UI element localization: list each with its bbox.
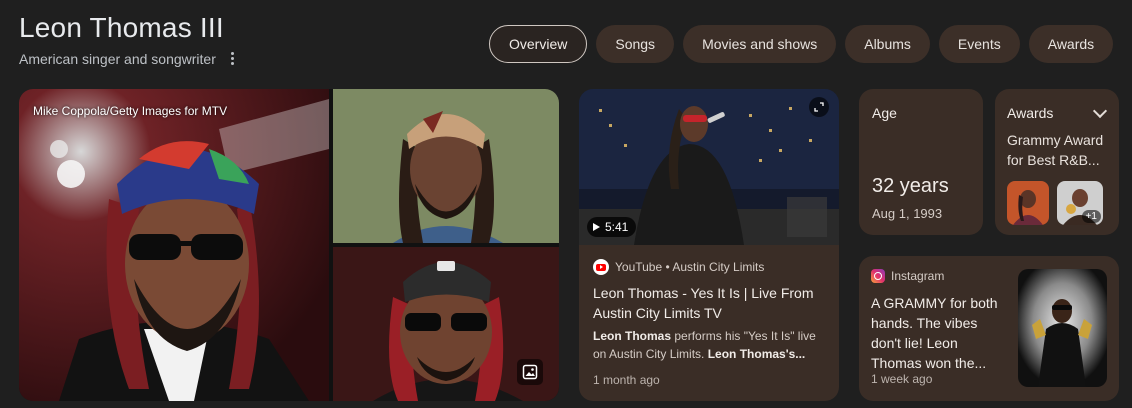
video-thumbnail[interactable]: 5:41 <box>579 89 839 245</box>
tab-events[interactable]: Events <box>938 25 1020 63</box>
instagram-text: A GRAMMY for both hands. The vibes don't… <box>871 295 998 371</box>
subtitle: American singer and songwriter <box>19 51 216 67</box>
instagram-card[interactable]: Instagram A GRAMMY for both hands. The v… <box>859 256 1119 401</box>
age-label: Age <box>872 105 897 121</box>
tab-bar: Overview Songs Movies and shows Albums E… <box>489 25 1114 63</box>
instagram-age: 1 week ago <box>871 372 933 386</box>
awards-label: Awards <box>1007 105 1054 121</box>
video-desc-bold-1: Leon Thomas <box>593 329 672 343</box>
video-age: 1 month ago <box>593 373 660 387</box>
youtube-icon <box>593 259 609 275</box>
more-options-icon[interactable] <box>227 50 237 68</box>
photo-credit: Mike Coppola/Getty Images for MTV <box>33 104 228 118</box>
award-thumb-2[interactable]: +1 <box>1057 181 1103 225</box>
video-card[interactable]: 5:41 YouTube • Austin City Limits Leon T… <box>579 89 839 401</box>
image-gallery-icon[interactable] <box>517 359 543 385</box>
photo-3[interactable] <box>333 247 559 401</box>
video-description: Leon Thomas performs his "Yes It Is" liv… <box>593 327 825 363</box>
video-duration-badge: 5:41 <box>587 217 637 237</box>
age-card[interactable]: Age 32 years Aug 1, 1993 <box>859 89 983 235</box>
main-photo[interactable]: Mike Coppola/Getty Images for MTV <box>19 89 329 401</box>
tab-songs[interactable]: Songs <box>596 25 675 63</box>
tab-albums[interactable]: Albums <box>845 25 930 63</box>
video-desc-bold-2: Leon Thomas's... <box>707 347 806 361</box>
age-value: 32 years <box>872 175 949 197</box>
instagram-thumbnail[interactable] <box>1018 269 1107 387</box>
image-gallery: Mike Coppola/Getty Images for MTV <box>19 89 559 401</box>
video-duration: 5:41 <box>605 220 629 234</box>
awards-card[interactable]: Awards Grammy Award for Best R&B... +1 <box>995 89 1119 235</box>
tab-awards[interactable]: Awards <box>1028 25 1114 63</box>
video-source: YouTube • Austin City Limits <box>615 260 765 274</box>
expand-icon[interactable] <box>809 97 829 117</box>
play-icon <box>593 223 600 231</box>
chevron-down-icon[interactable] <box>1092 103 1108 119</box>
video-title[interactable]: Leon Thomas - Yes It Is | Live From Aust… <box>593 283 825 323</box>
page-title: Leon Thomas III <box>19 12 224 43</box>
photo-2[interactable] <box>333 89 559 243</box>
award-thumb-1[interactable] <box>1007 181 1049 225</box>
tab-overview[interactable]: Overview <box>489 25 588 63</box>
more-awards-badge: +1 <box>1081 210 1101 223</box>
instagram-source: Instagram <box>891 269 945 283</box>
awards-text: Grammy Award for Best R&B... <box>1007 132 1104 168</box>
birth-date: Aug 1, 1993 <box>872 206 943 221</box>
tab-movies-and-shows[interactable]: Movies and shows <box>683 25 837 63</box>
instagram-icon <box>871 269 885 283</box>
